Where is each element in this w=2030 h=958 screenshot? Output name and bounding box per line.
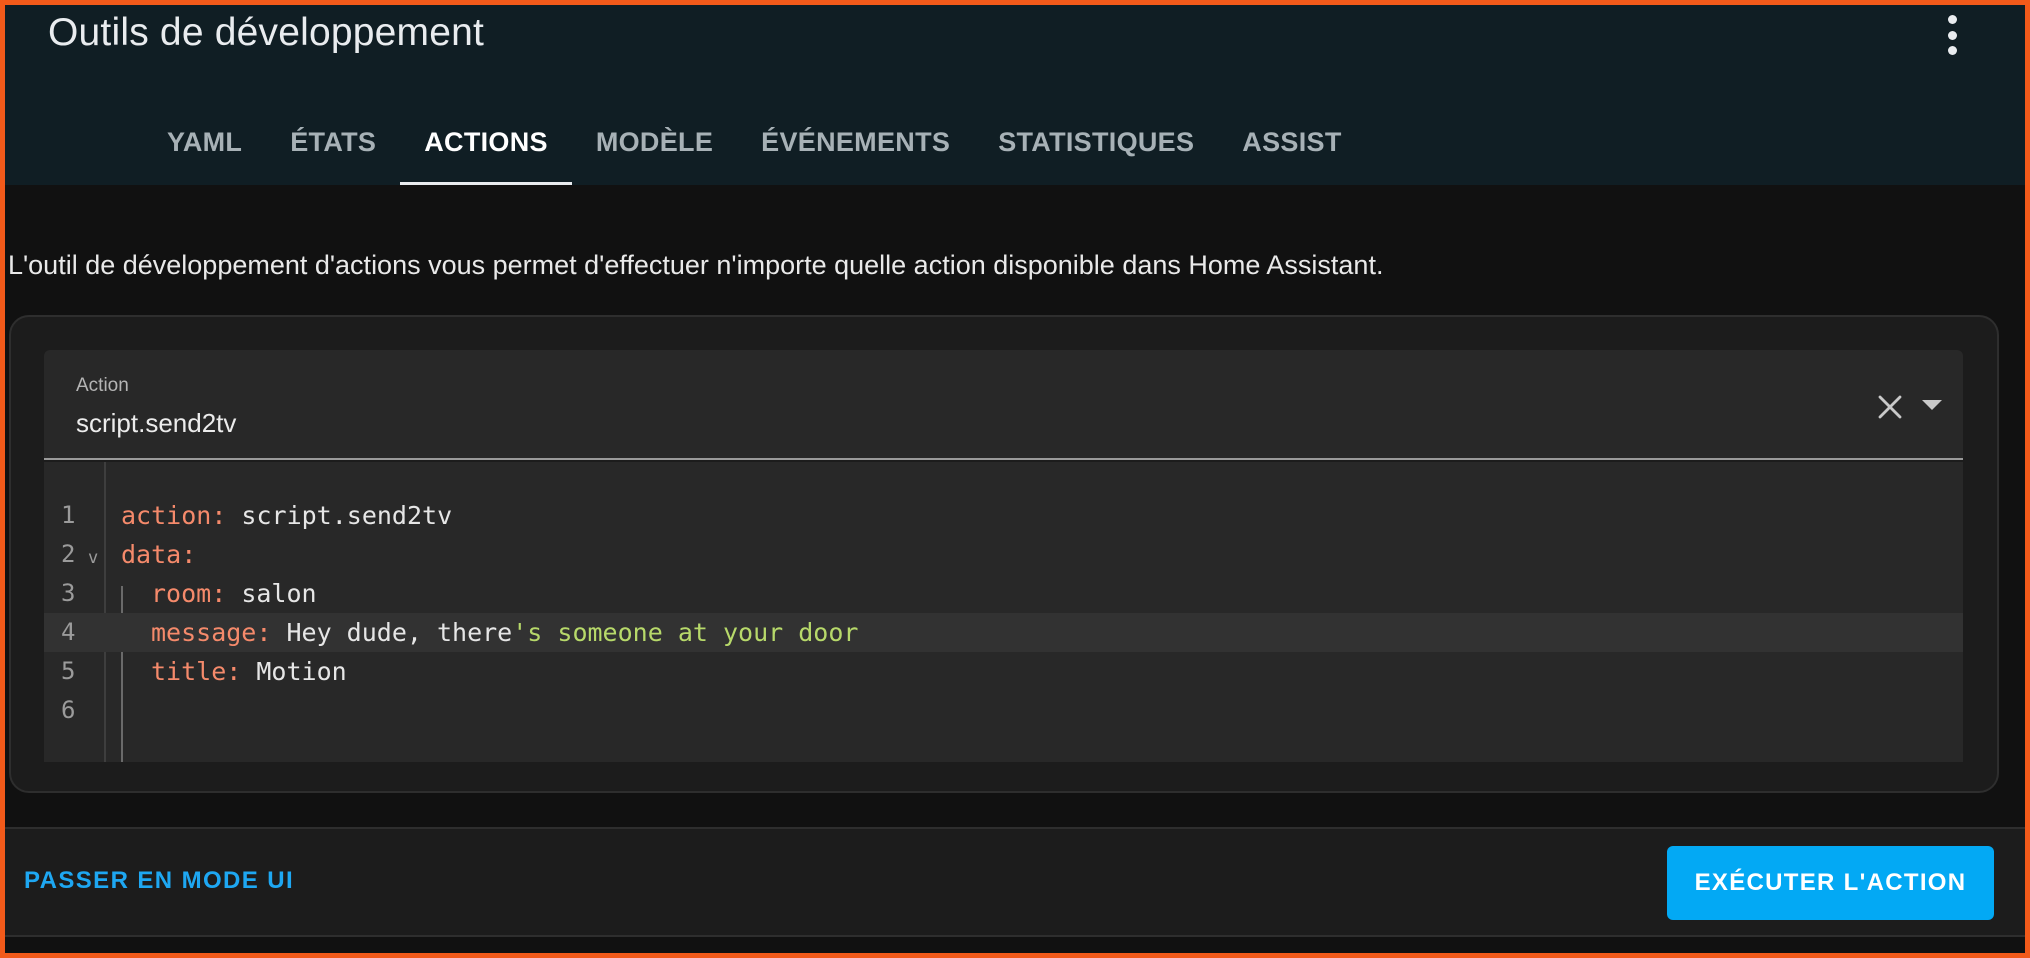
- action-card: Action script.send2tv 1 action: script.s…: [9, 315, 1999, 793]
- kebab-dot: [1947, 46, 1957, 55]
- code-text: message: Hey dude, there's someone at yo…: [151, 613, 858, 652]
- yaml-value: Motion: [256, 657, 347, 686]
- tab-yaml[interactable]: YAML: [143, 100, 266, 185]
- caret-down-icon[interactable]: [1921, 398, 1943, 412]
- yaml-separator: :: [211, 579, 242, 608]
- yaml-key: action: [121, 501, 212, 530]
- code-line[interactable]: 5 title: Motion: [44, 652, 1963, 691]
- app-window: Outils de développement YAML ÉTATS ACTIO…: [5, 5, 2025, 953]
- tab-etats[interactable]: ÉTATS: [266, 100, 400, 185]
- line-number: 2: [61, 540, 76, 568]
- line-number: 1: [61, 501, 76, 529]
- top-app-bar: Outils de développement YAML ÉTATS ACTIO…: [5, 5, 2025, 185]
- yaml-separator: :: [211, 501, 242, 530]
- line-number: 6: [61, 696, 76, 724]
- action-field-label: Action: [76, 375, 129, 396]
- yaml-value: script.send2tv: [241, 501, 453, 530]
- yaml-value: salon: [241, 579, 317, 608]
- yaml-key: room: [151, 579, 212, 608]
- line-number: 3: [61, 579, 76, 607]
- kebab-dot: [1947, 30, 1957, 40]
- run-action-button[interactable]: EXÉCUTER L'ACTION: [1667, 846, 1994, 920]
- yaml-separator: :: [226, 657, 257, 686]
- yaml-value: Hey dude, there: [286, 618, 513, 647]
- code-line[interactable]: 1 action: script.send2tv: [44, 496, 1963, 535]
- line-number: 5: [61, 657, 76, 685]
- yaml-key: message: [151, 618, 257, 647]
- yaml-separator: :: [256, 618, 287, 647]
- line-number: 4: [61, 618, 76, 646]
- yaml-key: title: [151, 657, 227, 686]
- yaml-string: 's someone at your door: [512, 618, 859, 647]
- code-line[interactable]: 6: [44, 691, 1963, 730]
- action-field-value: script.send2tv: [76, 408, 237, 438]
- fold-chevron-icon[interactable]: v: [88, 539, 98, 578]
- tab-evenements[interactable]: ÉVÉNEMENTS: [737, 100, 974, 185]
- kebab-dot: [1947, 15, 1957, 24]
- code-text: room: salon: [151, 574, 317, 613]
- code-line-active[interactable]: 4 message: Hey dude, there's someone at …: [44, 613, 1963, 652]
- page-description: L'outil de développement d'actions vous …: [8, 250, 1384, 280]
- code-line[interactable]: 2 v data:: [44, 535, 1963, 574]
- tab-actions[interactable]: ACTIONS: [400, 100, 572, 185]
- tab-bar: YAML ÉTATS ACTIONS MODÈLE ÉVÉNEMENTS STA…: [143, 100, 1366, 185]
- tab-statistiques[interactable]: STATISTIQUES: [974, 100, 1218, 185]
- yaml-code-editor[interactable]: 1 action: script.send2tv 2 v data: 3 roo…: [44, 462, 1963, 762]
- action-select[interactable]: Action script.send2tv: [44, 350, 1963, 460]
- tab-modele[interactable]: MODÈLE: [572, 100, 737, 185]
- code-text: action: script.send2tv: [121, 496, 452, 535]
- switch-to-ui-mode-button[interactable]: PASSER EN MODE UI: [24, 867, 294, 895]
- code-text: data:: [121, 535, 196, 574]
- close-icon[interactable]: [1875, 392, 1905, 422]
- more-vertical-icon[interactable]: [1945, 15, 1959, 55]
- code-line[interactable]: 3 room: salon: [44, 574, 1963, 613]
- card-actions-footer: PASSER EN MODE UI EXÉCUTER L'ACTION: [5, 827, 2025, 937]
- yaml-key: data: [121, 540, 182, 569]
- tab-assist[interactable]: ASSIST: [1218, 100, 1365, 185]
- page-title: Outils de développement: [48, 11, 485, 54]
- code-text: title: Motion: [151, 652, 347, 691]
- yaml-separator: :: [181, 540, 197, 569]
